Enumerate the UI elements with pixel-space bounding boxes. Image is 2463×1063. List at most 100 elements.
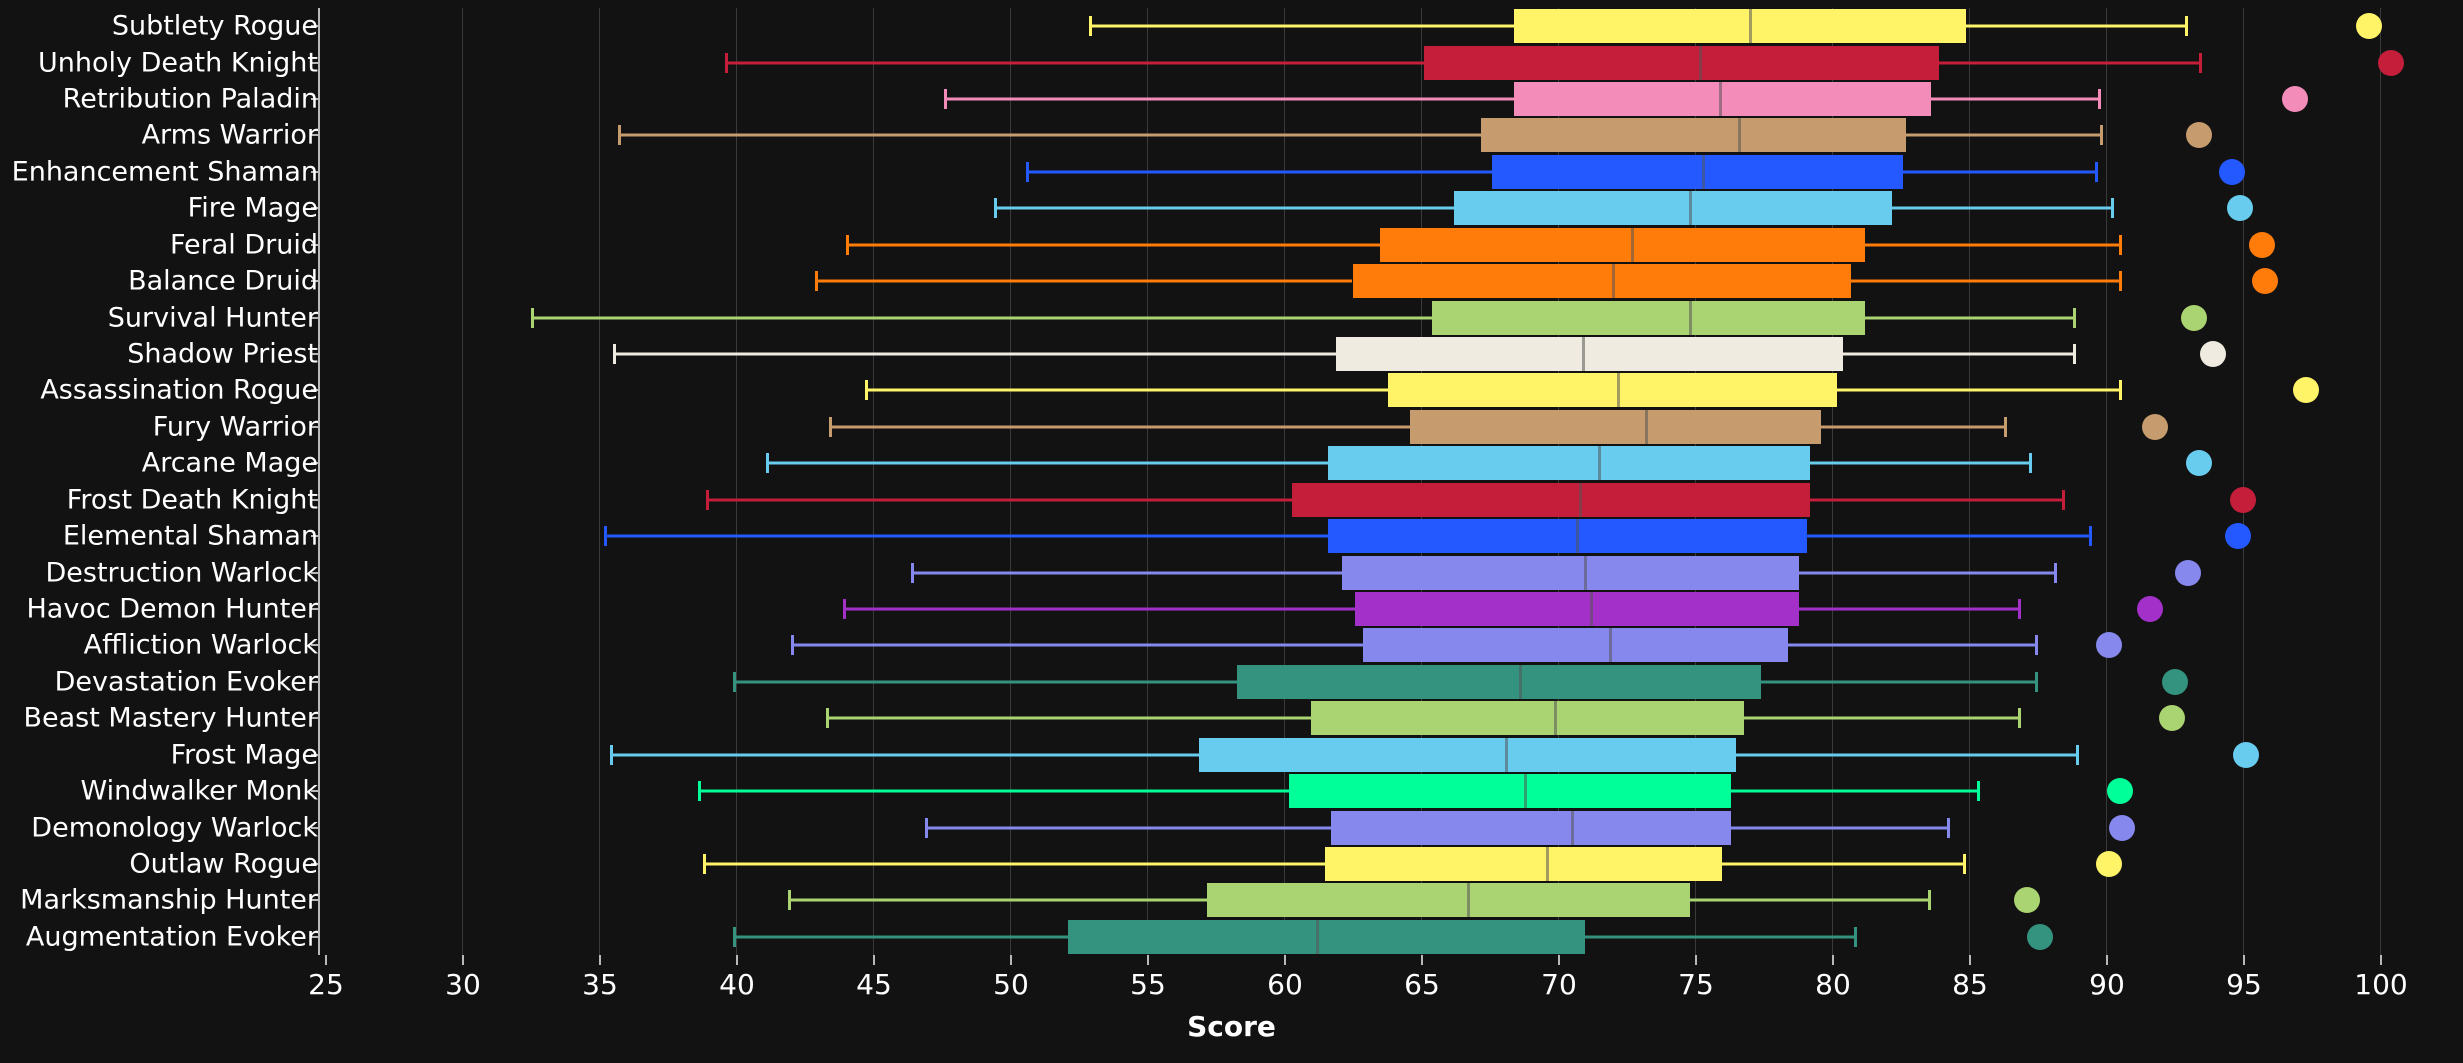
whisker-cap-high	[2053, 562, 2057, 583]
outlier-point	[2027, 923, 2054, 950]
y-axis-category-label: Demonology Warlock	[31, 812, 318, 844]
y-axis-category-label: Fire Mage	[187, 192, 318, 224]
whisker-high	[1760, 680, 2038, 684]
whisker-cap-high	[2119, 380, 2123, 401]
whisker-cap-low	[1026, 161, 1030, 182]
whisker-cap-high	[2029, 453, 2033, 474]
whisker-cap-high	[1963, 853, 1967, 874]
outlier-point	[2356, 13, 2383, 40]
x-axis-title: Score	[1187, 1010, 1276, 1043]
whisker-high	[1585, 935, 1857, 939]
whisker-high	[1905, 133, 2104, 137]
whisker-low	[612, 352, 1337, 356]
x-axis-tick-label: 100	[2354, 968, 2408, 1001]
median-line	[1466, 883, 1470, 918]
iqr-box	[1431, 300, 1865, 335]
whisker-cap-low	[530, 307, 534, 328]
whisker-cap-low	[697, 781, 701, 802]
whisker-low	[993, 206, 1454, 210]
whisker-high	[1821, 425, 2008, 429]
whisker-cap-high	[2094, 161, 2098, 182]
iqr-box	[1379, 227, 1865, 262]
whisker-low	[842, 607, 1356, 611]
iqr-box	[1388, 373, 1838, 408]
whisker-high	[1736, 753, 2079, 757]
x-axis-tick	[736, 955, 738, 965]
y-axis-category-label: Balance Druid	[128, 265, 318, 297]
whisker-low	[864, 388, 1389, 392]
gridline	[2106, 8, 2107, 955]
outlier-point	[2109, 814, 2136, 841]
whisker-high	[1722, 862, 1967, 866]
whisker-high	[1837, 388, 2123, 392]
x-axis-tick	[1695, 955, 1697, 965]
whisker-low	[826, 716, 1312, 720]
whisker-low	[604, 534, 1328, 538]
whisker-cap-low	[612, 344, 616, 365]
whisker-cap-low	[911, 562, 915, 583]
whisker-cap-low	[618, 125, 622, 146]
x-axis-tick	[1010, 955, 1012, 965]
whisker-high	[1966, 24, 2189, 28]
whisker-high	[1930, 97, 2101, 101]
whisker-high	[1730, 826, 1950, 830]
whisker-high	[1810, 498, 2065, 502]
outlier-point	[2186, 122, 2213, 149]
iqr-box	[1410, 409, 1822, 444]
x-axis-tick-label: 55	[1130, 968, 1166, 1001]
whisker-cap-low	[788, 890, 792, 911]
median-line	[1589, 591, 1593, 626]
whisker-high	[1903, 170, 2098, 174]
gridline	[599, 8, 600, 955]
y-axis-category-label: Unholy Death Knight	[38, 47, 318, 79]
iqr-box	[1514, 9, 1967, 44]
iqr-box	[1325, 846, 1723, 881]
y-axis-category-label: Augmentation Evoker	[25, 921, 318, 953]
y-axis-spine	[318, 8, 320, 955]
gridline	[2243, 8, 2244, 955]
whisker-low	[925, 826, 1331, 830]
x-axis-tick-label: 35	[582, 968, 618, 1001]
x-axis-tick-label: 70	[1541, 968, 1577, 1001]
whisker-cap-low	[815, 271, 819, 292]
y-axis-category-label: Beast Mastery Hunter	[23, 702, 318, 734]
median-line	[1518, 664, 1522, 699]
x-axis-tick-label: 85	[1952, 968, 1988, 1001]
whisker-low	[530, 316, 1432, 320]
x-axis-tick	[1969, 955, 1971, 965]
whisker-low	[845, 243, 1380, 247]
boxplot-chart: 25 30 35 40 45 50 55 60 65 70 75 80 85 90 95 100 Subtlet…	[0, 0, 2463, 1063]
whisker-cap-high	[2185, 16, 2189, 37]
x-axis-tick-label: 75	[1678, 968, 1714, 1001]
iqr-box	[1336, 337, 1843, 372]
whisker-high	[1730, 789, 1980, 793]
iqr-box	[1341, 555, 1800, 590]
x-axis-tick	[1284, 955, 1286, 965]
median-line	[1644, 409, 1648, 444]
x-axis-tick-label: 50	[993, 968, 1029, 1001]
whisker-low	[829, 425, 1411, 429]
outlier-point	[2142, 413, 2169, 440]
iqr-box	[1330, 810, 1731, 845]
median-line	[1584, 555, 1588, 590]
x-axis-tick	[462, 955, 464, 965]
y-axis-category-label: Affliction Warlock	[83, 629, 318, 661]
whisker-cap-low	[1089, 16, 1093, 37]
gridline	[1284, 8, 1285, 955]
whisker-cap-low	[925, 817, 929, 838]
outlier-point	[2282, 86, 2309, 113]
gridline	[1969, 8, 1970, 955]
y-axis-category-label: Fury Warrior	[152, 411, 318, 443]
whisker-high	[1799, 607, 2022, 611]
x-axis-tick	[1558, 955, 1560, 965]
whisker-low	[766, 461, 1328, 465]
x-axis-tick-label: 65	[1404, 968, 1440, 1001]
whisker-cap-high	[2089, 526, 2093, 547]
median-line	[1546, 846, 1550, 881]
x-axis-tick-label: 80	[1815, 968, 1851, 1001]
y-axis-category-label: Frost Mage	[170, 739, 318, 771]
whisker-high	[1851, 279, 2123, 283]
y-axis-category-label: Frost Death Knight	[66, 484, 318, 516]
whisker-cap-high	[2119, 271, 2123, 292]
gridline	[2380, 8, 2381, 955]
